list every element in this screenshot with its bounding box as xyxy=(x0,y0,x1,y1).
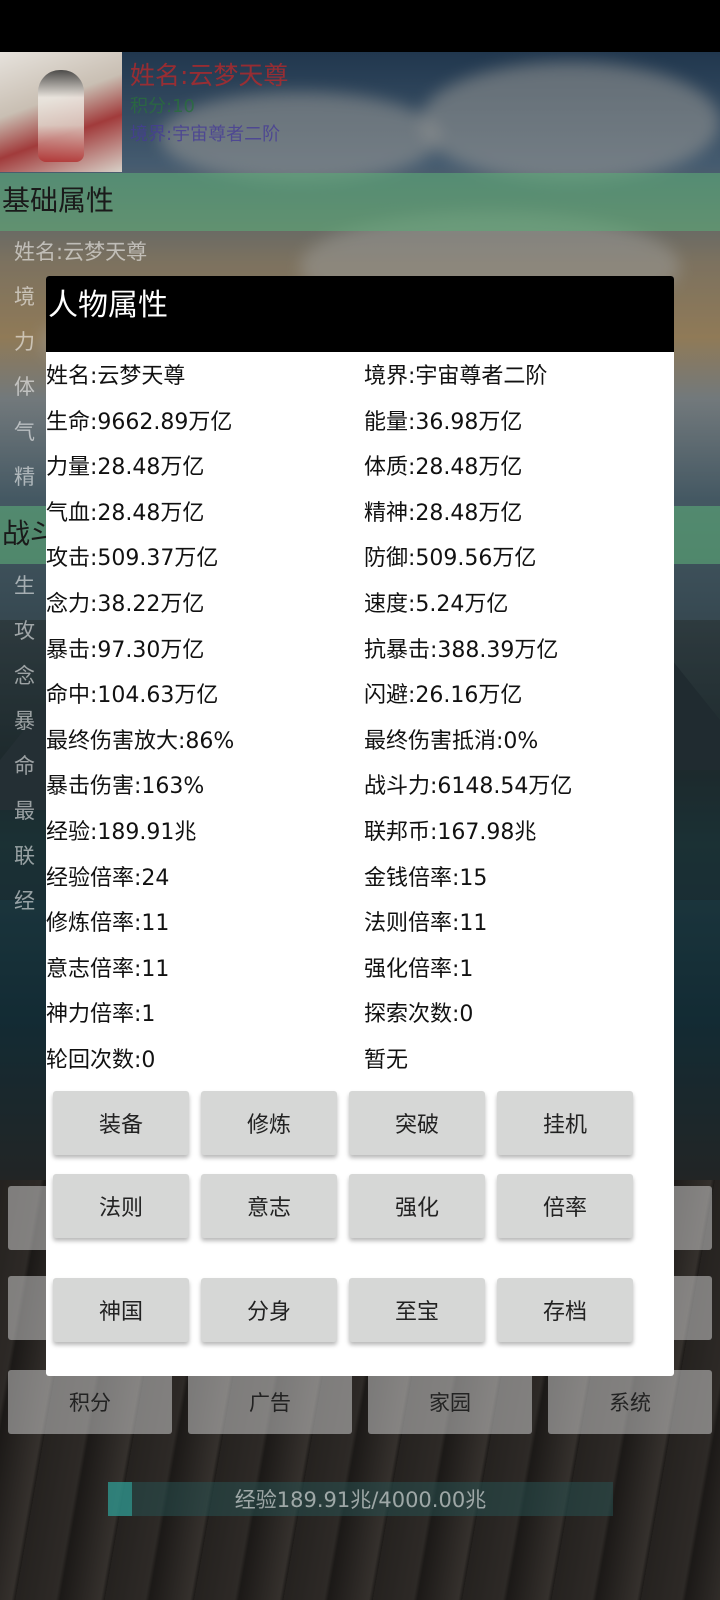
bg-battle-line: 最 xyxy=(14,799,35,823)
attribute-item: 联邦币:167.98兆 xyxy=(364,820,537,845)
attribute-item: 最终伤害抵消:0% xyxy=(364,728,539,754)
bg-battle-line: 联 xyxy=(14,844,35,868)
character-attributes-dialog: 人物属性 姓名:云梦天尊 境界:宇宙尊者二阶生命:9662.89万亿 能量:36.9… xyxy=(46,276,674,1376)
attribute-item: 攻击:509.37万亿 xyxy=(46,546,219,572)
status-bar xyxy=(0,0,720,52)
attribute-item: 轮回次数:0 xyxy=(46,1048,156,1073)
law-button[interactable]: 法则 xyxy=(53,1174,189,1238)
bg-basic-line: 精 xyxy=(14,465,35,489)
score-button[interactable]: 积分 xyxy=(8,1370,172,1434)
attribute-item: 强化倍率:1 xyxy=(364,956,474,982)
attribute-item: 探索次数:0 xyxy=(364,1002,474,1028)
attribute-item: 生命:9662.89万亿 xyxy=(46,409,233,435)
bg-battle-line: 暴 xyxy=(14,709,35,733)
attribute-item: 战斗力:6148.54万亿 xyxy=(364,774,573,800)
attribute-item: 修炼倍率:11 xyxy=(46,911,170,937)
multiplier-button[interactable]: 倍率 xyxy=(497,1174,633,1238)
header-name: 姓名:云梦天尊 xyxy=(130,61,289,90)
attribute-item: 境界:宇宙尊者二阶 xyxy=(364,364,548,389)
section-bar-basic: 基础属性 xyxy=(0,173,720,231)
attribute-item: 意志倍率:11 xyxy=(46,956,170,982)
avatar xyxy=(0,52,122,172)
bg-battle-line: 攻 xyxy=(14,619,35,643)
treasure-button[interactable]: 至宝 xyxy=(349,1278,485,1342)
attribute-item: 气血:28.48万亿 xyxy=(46,500,205,526)
attribute-item: 精神:28.48万亿 xyxy=(364,500,523,526)
dialog-title: 人物属性 xyxy=(48,288,168,323)
bg-basic-line: 力 xyxy=(14,330,35,354)
exp-progress-label: 经验189.91兆/4000.00兆 xyxy=(234,1488,487,1512)
attribute-item: 防御:509.56万亿 xyxy=(364,546,537,572)
attribute-item: 能量:36.98万亿 xyxy=(364,409,523,435)
home-button[interactable]: 家园 xyxy=(368,1370,532,1434)
attribute-item: 法则倍率:11 xyxy=(364,911,488,937)
character-figure-icon xyxy=(38,70,84,162)
bg-basic-line: 气 xyxy=(14,420,35,444)
ad-button[interactable]: 广告 xyxy=(188,1370,352,1434)
save-button[interactable]: 存档 xyxy=(497,1278,633,1342)
attribute-item: 金钱倍率:15 xyxy=(364,865,488,891)
breakthrough-button[interactable]: 突破 xyxy=(349,1091,485,1155)
header-realm: 境界:宇宙尊者二阶 xyxy=(130,124,281,145)
attribute-item: 抗暴击:388.39万亿 xyxy=(364,637,559,663)
bg-basic-line: 境 xyxy=(14,285,35,309)
attribute-item: 最终伤害放大:86% xyxy=(46,728,235,754)
attribute-item: 暂无 xyxy=(364,1048,409,1073)
cultivate-button[interactable]: 修炼 xyxy=(201,1091,337,1155)
bg-battle-line: 命 xyxy=(14,754,35,778)
attribute-item: 闪避:26.16万亿 xyxy=(364,683,523,709)
enhance-button[interactable]: 强化 xyxy=(349,1174,485,1238)
attribute-item: 体质:28.48万亿 xyxy=(364,455,523,481)
will-button[interactable]: 意志 xyxy=(201,1174,337,1238)
attribute-item: 念力:38.22万亿 xyxy=(46,592,205,617)
attribute-item: 命中:104.63万亿 xyxy=(46,683,219,709)
system-button[interactable]: 系统 xyxy=(548,1370,712,1434)
dialog-header: 人物属性 xyxy=(46,276,674,352)
attribute-item: 姓名:云梦天尊 xyxy=(46,364,186,389)
equipment-button[interactable]: 装备 xyxy=(53,1091,189,1155)
bg-battle-line: 念 xyxy=(14,664,35,688)
attribute-item: 暴击:97.30万亿 xyxy=(46,637,205,663)
exp-progress-bar: 经验189.91兆/4000.00兆 xyxy=(108,1482,613,1516)
attribute-item: 经验:189.91兆 xyxy=(46,820,197,845)
idle-button[interactable]: 挂机 xyxy=(497,1091,633,1155)
bg-basic-line: 姓名:云梦天尊 xyxy=(14,240,148,264)
attribute-item: 经验倍率:24 xyxy=(46,865,170,891)
attribute-item: 力量:28.48万亿 xyxy=(46,455,205,481)
section-title-basic: 基础属性 xyxy=(2,184,115,217)
divine-kingdom-button[interactable]: 神国 xyxy=(53,1278,189,1342)
attribute-item: 速度:5.24万亿 xyxy=(364,592,509,617)
bg-basic-line: 体 xyxy=(14,375,35,399)
attribute-item: 神力倍率:1 xyxy=(46,1002,156,1028)
header-score: 积分:10 xyxy=(130,96,195,117)
bg-battle-line: 生 xyxy=(14,574,35,598)
attribute-item: 暴击伤害:163% xyxy=(46,774,205,800)
bg-battle-line: 经 xyxy=(14,889,35,913)
clone-button[interactable]: 分身 xyxy=(201,1278,337,1342)
